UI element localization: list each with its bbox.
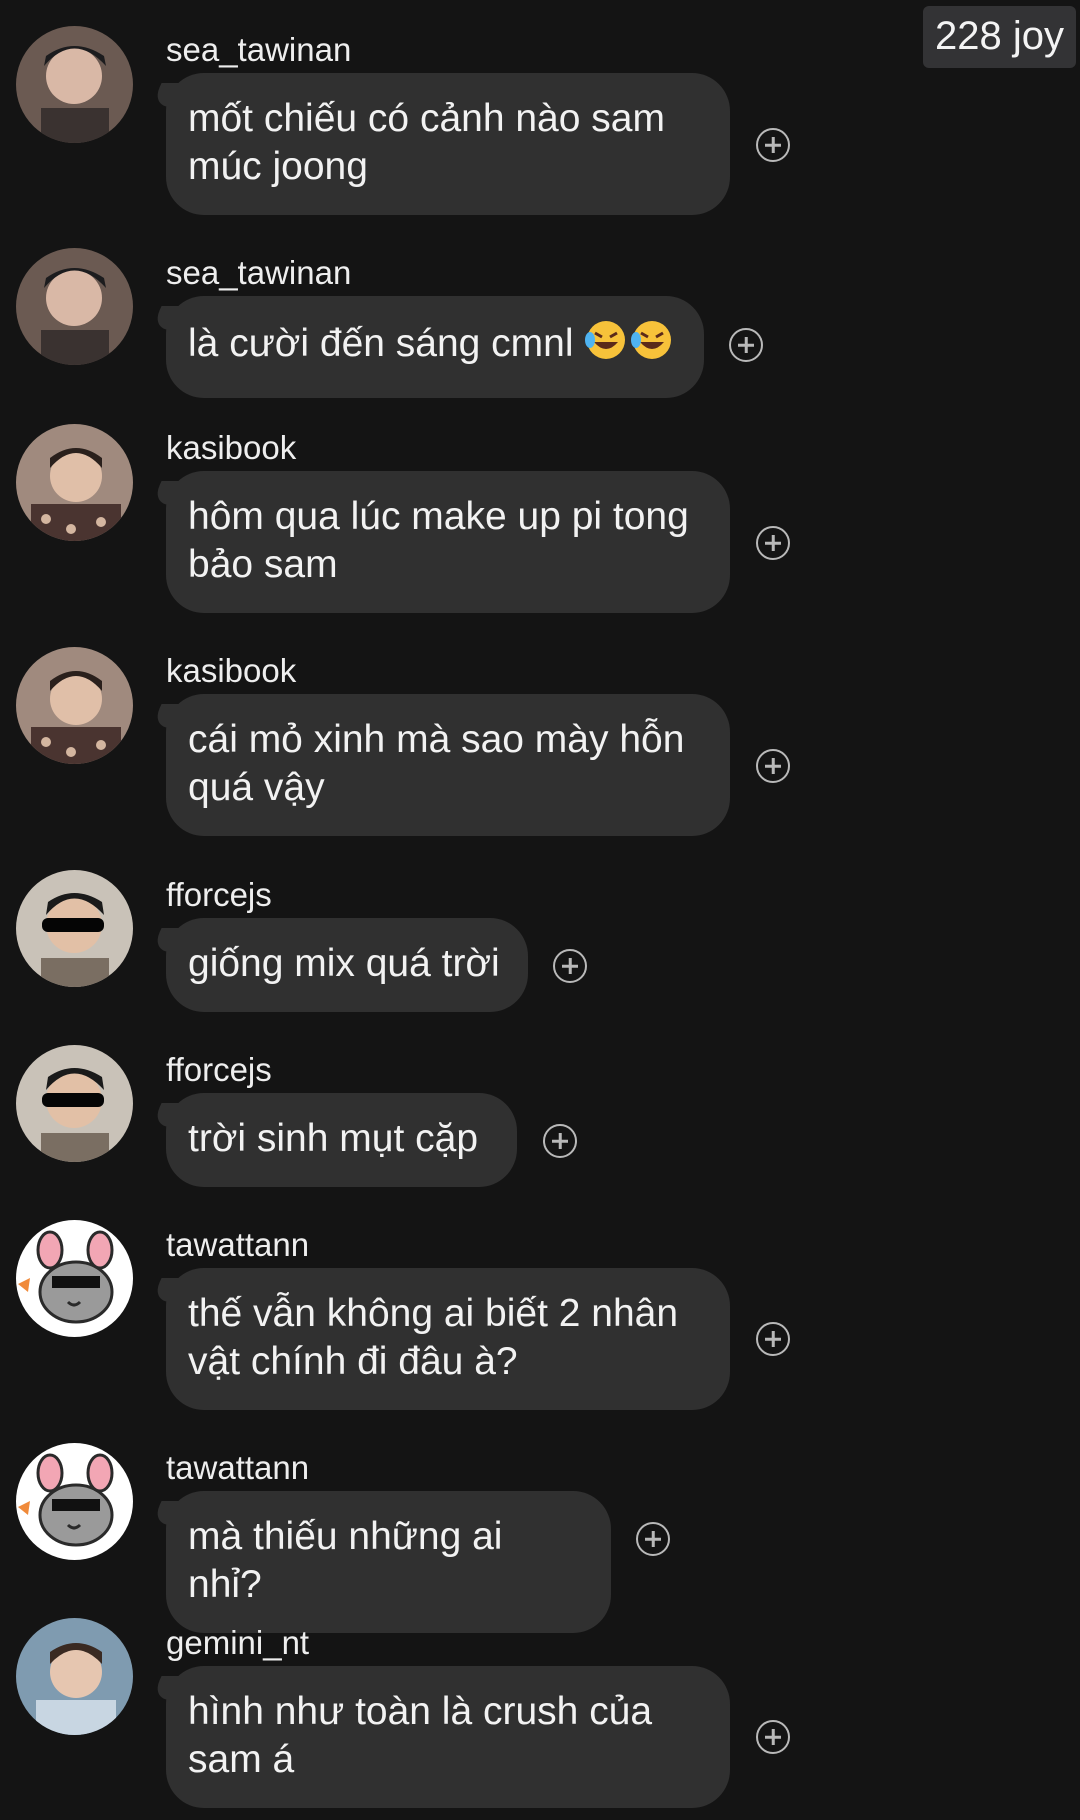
message-bubble[interactable]: mà thiếu những ai nhỉ? bbox=[166, 1491, 611, 1633]
add-reaction-icon[interactable] bbox=[756, 1720, 790, 1754]
add-reaction-icon[interactable] bbox=[636, 1522, 670, 1556]
add-reaction-icon[interactable] bbox=[756, 749, 790, 783]
username[interactable]: sea_tawinan bbox=[166, 253, 351, 293]
joy-count-badge[interactable]: 228 joy bbox=[923, 6, 1076, 68]
username[interactable]: sea_tawinan bbox=[166, 30, 351, 70]
message-bubble[interactable]: hình như toàn là crush của sam á bbox=[166, 1666, 730, 1808]
avatar[interactable] bbox=[16, 870, 133, 987]
username[interactable]: kasibook bbox=[166, 651, 296, 691]
avatar[interactable] bbox=[16, 248, 133, 365]
add-reaction-icon[interactable] bbox=[756, 128, 790, 162]
avatar[interactable] bbox=[16, 1045, 133, 1162]
message-bubble[interactable]: trời sinh mụt cặp bbox=[166, 1093, 517, 1187]
message-text: hôm qua lúc make up pi tong bảo sam bbox=[188, 495, 689, 586]
message-text: mà thiếu những ai nhỉ? bbox=[188, 1515, 503, 1606]
message-bubble[interactable]: là cười đến sáng cmnl bbox=[166, 296, 704, 398]
message-text: cái mỏ xinh mà sao mày hỗn quá vậy bbox=[188, 718, 685, 809]
message-bubble[interactable]: mốt chiếu có cảnh nào sam múc joong bbox=[166, 73, 730, 215]
message-bubble[interactable]: hôm qua lúc make up pi tong bảo sam bbox=[166, 471, 730, 613]
avatar[interactable] bbox=[16, 1220, 133, 1337]
username[interactable]: kasibook bbox=[166, 428, 296, 468]
message-text: hình như toàn là crush của sam á bbox=[188, 1690, 653, 1781]
avatar[interactable] bbox=[16, 26, 133, 143]
avatar[interactable] bbox=[16, 647, 133, 764]
add-reaction-icon[interactable] bbox=[543, 1124, 577, 1158]
message-text: giống mix quá trời bbox=[188, 942, 500, 985]
add-reaction-icon[interactable] bbox=[729, 328, 763, 362]
avatar[interactable] bbox=[16, 1618, 133, 1735]
avatar[interactable] bbox=[16, 1443, 133, 1560]
message-text: thế vẫn không ai biết 2 nhân vật chính đ… bbox=[188, 1292, 679, 1383]
username[interactable]: tawattann bbox=[166, 1225, 309, 1265]
message-text: mốt chiếu có cảnh nào sam múc joong bbox=[188, 97, 665, 188]
message-bubble[interactable]: giống mix quá trời bbox=[166, 918, 528, 1012]
add-reaction-icon[interactable] bbox=[553, 949, 587, 983]
message-text: trời sinh mụt cặp bbox=[188, 1117, 479, 1160]
username[interactable]: fforcejs bbox=[166, 1050, 272, 1090]
username[interactable]: gemini_nt bbox=[166, 1623, 309, 1663]
avatar[interactable] bbox=[16, 424, 133, 541]
message-text: là cười đến sáng cmnl bbox=[188, 322, 574, 365]
message-bubble[interactable]: thế vẫn không ai biết 2 nhân vật chính đ… bbox=[166, 1268, 730, 1410]
username[interactable]: tawattann bbox=[166, 1448, 309, 1488]
message-bubble[interactable]: cái mỏ xinh mà sao mày hỗn quá vậy bbox=[166, 694, 730, 836]
add-reaction-icon[interactable] bbox=[756, 1322, 790, 1356]
add-reaction-icon[interactable] bbox=[756, 526, 790, 560]
laughing-emoji-icon bbox=[584, 318, 676, 374]
username[interactable]: fforcejs bbox=[166, 875, 272, 915]
